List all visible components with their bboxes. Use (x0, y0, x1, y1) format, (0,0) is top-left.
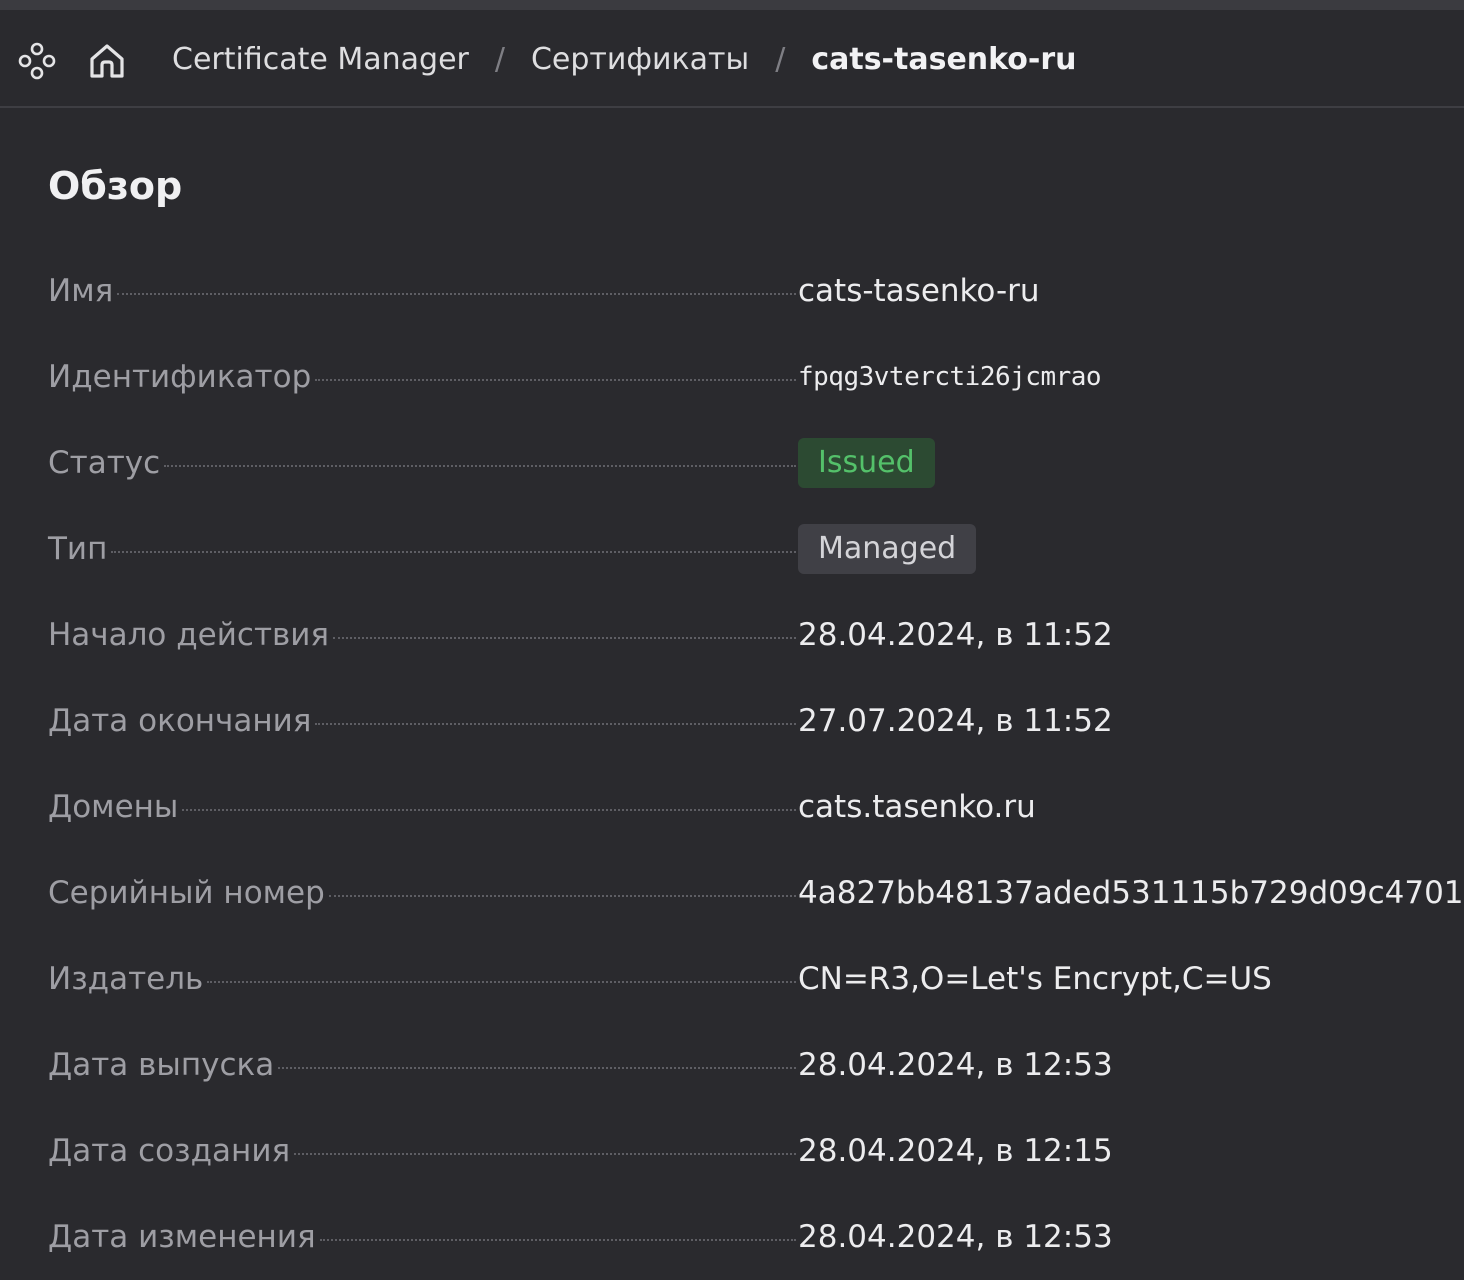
property-label: Тип (48, 531, 108, 567)
home-icon[interactable] (84, 38, 130, 84)
property-row-not-before: Начало действия 28.04.2024, в 11:52 (48, 592, 1448, 678)
property-row-name: Имя cats-tasenko-ru (48, 248, 1448, 334)
not-after-value: 27.07.2024, в 11:52 (798, 703, 1113, 739)
issued-at-value: 28.04.2024, в 12:53 (798, 1047, 1113, 1083)
property-label: Статус (48, 445, 161, 481)
breadcrumb-current-certificate: cats-tasenko-ru (811, 41, 1077, 77)
property-row-created-at: Дата создания 28.04.2024, в 12:15 (48, 1108, 1448, 1194)
breadcrumb-certificates[interactable]: Сертификаты (531, 42, 749, 77)
created-at-value: 28.04.2024, в 12:15 (798, 1133, 1113, 1169)
dotted-leader (182, 809, 796, 811)
property-label: Издатель (48, 961, 204, 997)
dotted-leader (333, 637, 796, 639)
top-strip (0, 0, 1464, 10)
dotted-leader (315, 723, 796, 725)
property-row-domains: Домены cats.tasenko.ru (48, 764, 1448, 850)
property-label: Идентификатор (48, 359, 312, 395)
property-row-issuer: Издатель CN=R3,O=Let's Encrypt,C=US (48, 936, 1448, 1022)
dotted-leader (117, 293, 796, 295)
dotted-leader (294, 1153, 796, 1155)
dotted-leader (328, 895, 796, 897)
page-title: Обзор (48, 164, 183, 208)
dotted-leader (315, 379, 796, 381)
status-badge: Issued (798, 438, 935, 488)
property-label: Дата выпуска (48, 1047, 275, 1083)
dotted-leader (164, 465, 796, 467)
certificate-name-value: cats-tasenko-ru (798, 273, 1040, 309)
services-grid-icon[interactable] (14, 41, 60, 81)
property-row-id: Идентификатор fpqg3vtercti26jcmrao (48, 334, 1448, 420)
dotted-leader (319, 1239, 796, 1241)
dotted-leader (278, 1067, 796, 1069)
property-label: Имя (48, 273, 114, 309)
property-label: Дата окончания (48, 703, 312, 739)
breadcrumb-certificate-manager[interactable]: Certificate Manager (172, 42, 469, 77)
dotted-leader (207, 981, 796, 983)
type-badge: Managed (798, 524, 977, 574)
dotted-leader (111, 551, 796, 553)
property-row-status: Статус Issued (48, 420, 1448, 506)
updated-at-value: 28.04.2024, в 12:53 (798, 1219, 1113, 1255)
issuer-value: CN=R3,O=Let's Encrypt,C=US (798, 961, 1272, 997)
serial-number-value: 4a827bb48137aded531115b729d09c47013 (798, 875, 1464, 911)
certificate-id-value[interactable]: fpqg3vtercti26jcmrao (798, 362, 1102, 392)
breadcrumb-separator: / (775, 41, 786, 77)
property-label: Домены (48, 789, 179, 825)
breadcrumb-separator: / (494, 41, 505, 77)
property-row-issued-at: Дата выпуска 28.04.2024, в 12:53 (48, 1022, 1448, 1108)
property-label: Дата создания (48, 1133, 291, 1169)
page-header: Certificate Manager / Сертификаты / cats… (0, 10, 1464, 108)
property-label: Серийный номер (48, 875, 325, 911)
property-row-serial: Серийный номер 4a827bb48137aded531115b72… (48, 850, 1464, 936)
not-before-value: 28.04.2024, в 11:52 (798, 617, 1113, 653)
breadcrumb: Certificate Manager / Сертификаты / cats… (172, 10, 1077, 108)
property-label: Начало действия (48, 617, 330, 653)
overview-properties: Имя cats-tasenko-ru Идентификатор fpqg3v… (48, 248, 1464, 1280)
property-row-type: Тип Managed (48, 506, 1448, 592)
property-row-updated-at: Дата изменения 28.04.2024, в 12:53 (48, 1194, 1448, 1280)
property-label: Дата изменения (48, 1219, 316, 1255)
property-row-not-after: Дата окончания 27.07.2024, в 11:52 (48, 678, 1448, 764)
domains-value: cats.tasenko.ru (798, 789, 1036, 825)
